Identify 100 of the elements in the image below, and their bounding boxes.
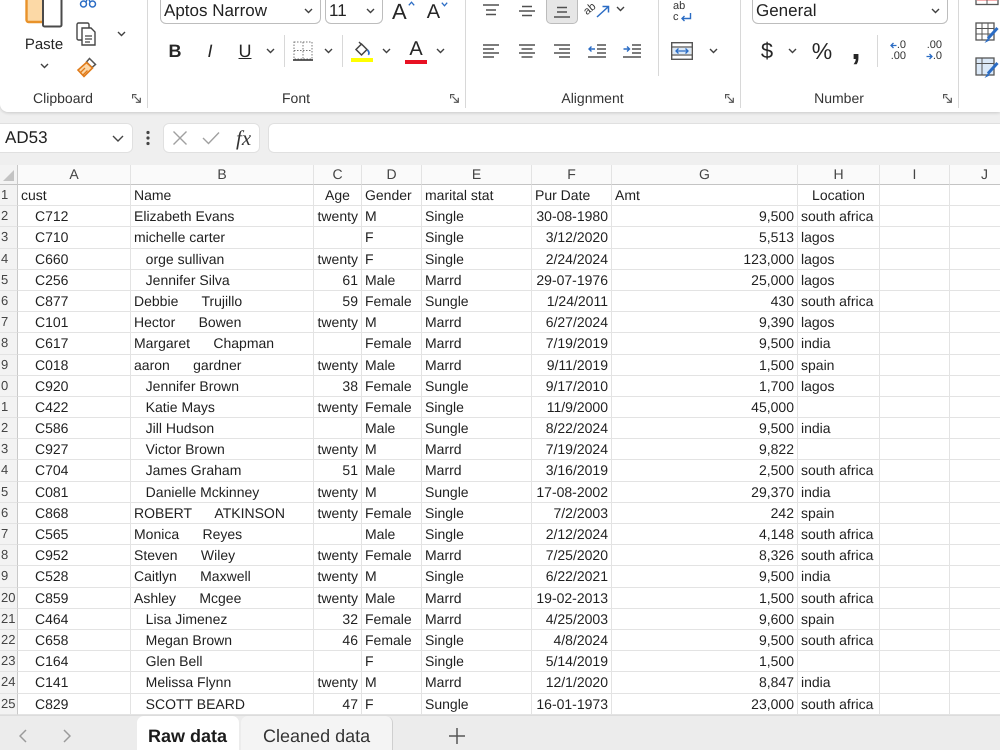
caret-icon[interactable] <box>436 48 445 54</box>
caret-icon <box>40 63 48 69</box>
table-cell: 8,847 <box>612 672 798 694</box>
table-cell: Single <box>422 630 532 652</box>
font-color-button[interactable]: A <box>405 38 427 64</box>
table-cell: Single <box>422 651 532 672</box>
shrink-font-button[interactable]: A <box>426 0 448 24</box>
table-cell: 8/22/2024 <box>532 418 612 440</box>
number-format-dropdown[interactable]: General <box>752 0 948 24</box>
table-cell: Jennifer Silva <box>131 270 314 291</box>
table-cell: lagos <box>798 227 880 249</box>
sheet-tab[interactable]: Cleaned data <box>241 716 394 750</box>
dialog-launcher-icon[interactable] <box>943 94 952 102</box>
paste-button[interactable]: Paste <box>24 0 64 70</box>
percent-button[interactable]: % <box>809 38 835 64</box>
row-header: 6 <box>0 290 18 312</box>
table-cell <box>880 588 950 609</box>
caret-icon[interactable] <box>324 48 333 54</box>
caret-icon[interactable] <box>788 48 797 54</box>
copy-icon[interactable] <box>76 22 96 46</box>
table-cell <box>880 630 950 652</box>
caret-icon <box>112 134 124 142</box>
row-header: 23 <box>0 651 18 672</box>
table-cell: Female <box>362 290 422 312</box>
table-cell: Male <box>362 588 422 609</box>
table-cell <box>880 524 950 546</box>
table-cell: Elizabeth Evans <box>131 206 314 228</box>
table-cell: south africa <box>798 290 880 312</box>
currency-button[interactable]: $ <box>758 38 776 64</box>
row-header: 3 <box>0 227 18 249</box>
table-cell: 29-07-1976 <box>532 270 612 291</box>
table-cell <box>880 439 950 460</box>
row-header: 2 <box>0 206 18 228</box>
decrease-indent-icon[interactable] <box>587 44 607 58</box>
table-cell <box>880 482 950 503</box>
table-cell: 4/25/2003 <box>532 608 612 630</box>
table-cell: aaron gardner <box>131 354 314 376</box>
merge-center-icon[interactable] <box>671 42 693 60</box>
table-cell: M <box>362 566 422 588</box>
borders-icon[interactable] <box>293 41 313 61</box>
diagonal-arrow-icon <box>596 5 610 18</box>
group-label: Clipboard <box>33 89 93 107</box>
caret-icon[interactable] <box>266 48 275 54</box>
caret-icon[interactable] <box>382 48 391 54</box>
table-cell: Female <box>362 630 422 652</box>
table-cell: michelle carter <box>131 227 314 249</box>
caret-icon[interactable] <box>117 31 126 37</box>
table-cell: twenty <box>314 248 362 270</box>
table-cell: Marrd <box>422 588 532 609</box>
paintbrush-icon[interactable] <box>76 56 98 78</box>
table-cell: Marrd <box>422 354 532 376</box>
decrease-decimal-button[interactable]: .00 .0 <box>918 38 942 64</box>
comma-style-button[interactable]: , <box>849 38 863 64</box>
table-cell: marital stat <box>422 185 532 206</box>
formula-input[interactable] <box>268 123 1000 153</box>
dialog-launcher-icon[interactable] <box>450 94 459 102</box>
grow-font-button[interactable]: A <box>392 0 415 24</box>
column-header: H <box>798 165 880 185</box>
paint-bucket-icon[interactable] <box>351 40 373 62</box>
table-cell: Monica Reyes <box>131 524 314 546</box>
sheet-tab[interactable]: Raw data <box>137 716 240 750</box>
plus-icon[interactable] <box>449 728 466 744</box>
underline-button[interactable]: U <box>232 38 258 64</box>
italic-button[interactable]: I <box>197 38 223 64</box>
table-pencil-icon[interactable] <box>975 22 999 44</box>
font-name-dropdown[interactable]: Aptos Narrow <box>160 0 321 24</box>
table-cell: Marrd <box>422 312 532 334</box>
table-pencil-icon[interactable] <box>975 57 999 79</box>
insert-function-button[interactable]: fx <box>234 126 254 150</box>
table-cell: south africa <box>798 545 880 566</box>
row-header: 20 <box>0 588 18 609</box>
row-header: 22 <box>0 630 18 652</box>
dialog-launcher-icon[interactable] <box>132 94 141 102</box>
wrap-text-button[interactable]: ab c <box>670 0 696 24</box>
increase-indent-icon[interactable] <box>622 44 642 58</box>
table-cell: Female <box>362 396 422 418</box>
row-header: 21 <box>0 608 18 630</box>
table-cell: Hector Bowen <box>131 312 314 334</box>
bold-button[interactable]: B <box>162 38 188 64</box>
table-cell: Pur Date <box>532 185 612 206</box>
arrow-right-icon <box>926 53 933 60</box>
table-cell: M <box>362 482 422 503</box>
name-box[interactable]: AD53 <box>0 123 133 153</box>
table-cell: F <box>362 227 422 249</box>
table-cell: india <box>798 333 880 354</box>
orientation-button[interactable]: ab <box>581 0 613 24</box>
table-cell: Female <box>362 608 422 630</box>
align-bottom-button[interactable] <box>546 0 578 24</box>
caret-icon[interactable] <box>616 6 625 12</box>
table-cell: 17-08-2002 <box>532 482 612 503</box>
increase-decimal-button[interactable]: .0 .00 <box>882 38 906 64</box>
ellipsis-icon[interactable] <box>146 130 150 146</box>
caret-icon[interactable] <box>709 48 718 54</box>
cross-icon[interactable] <box>172 130 188 146</box>
table-cell <box>880 206 950 228</box>
dialog-launcher-icon[interactable] <box>725 94 734 102</box>
table-cell: Age <box>314 185 362 206</box>
caret-down-icon <box>441 2 448 7</box>
checkmark-icon[interactable] <box>202 131 220 145</box>
font-size-dropdown[interactable]: 11 <box>325 0 383 24</box>
